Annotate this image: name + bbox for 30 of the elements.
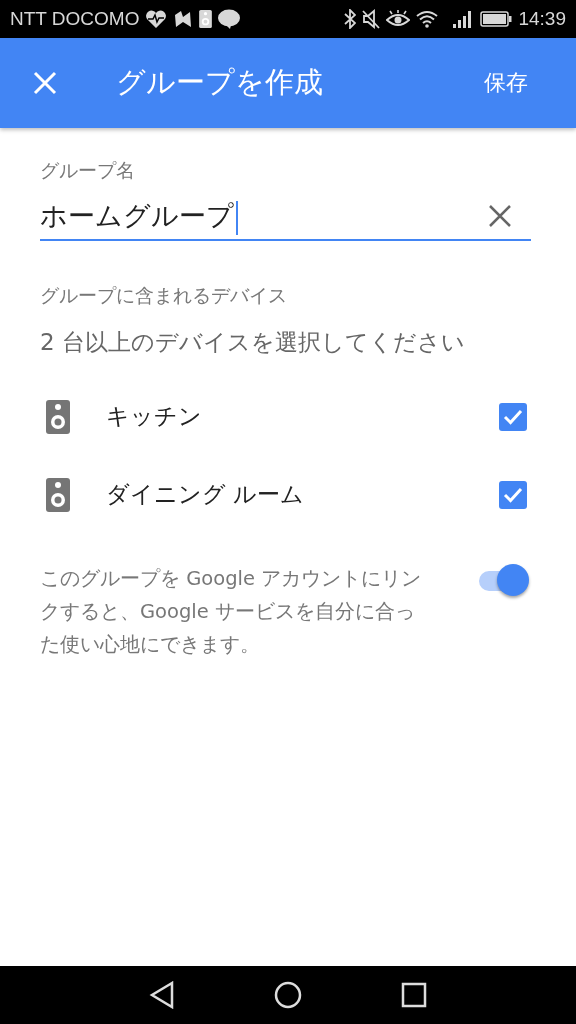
clock-time: 14:39 [518, 8, 566, 30]
speaker-icon [46, 399, 70, 434]
bluetooth-icon [344, 9, 357, 29]
section-heading: グループに含まれるデバイス [40, 282, 288, 308]
back-button[interactable] [149, 981, 176, 1009]
carrier-name: NTT DOCOMO [10, 8, 140, 30]
eye-icon [386, 10, 411, 28]
check-icon [503, 408, 523, 425]
device-checkbox[interactable] [499, 480, 527, 509]
muted-speaker-icon [362, 9, 381, 29]
group-name-field[interactable]: ホームグループ [40, 198, 489, 235]
app-bar-title: グループを作成 [116, 64, 324, 101]
wifi-icon [416, 10, 439, 28]
recent-apps-button[interactable] [400, 982, 427, 1008]
chat-bubble-icon [218, 9, 241, 29]
save-button[interactable]: 保存 [484, 64, 528, 102]
device-name: ダイニング ルーム [106, 480, 306, 509]
check-icon [503, 486, 523, 503]
speaker-icon [199, 10, 213, 28]
link-account-switch[interactable] [477, 563, 531, 598]
speaker-icon [46, 477, 70, 512]
device-checkbox[interactable] [499, 402, 527, 431]
field-label: グループ名 [40, 158, 136, 183]
link-account-description: このグループを Google アカウントにリンクすると、Google サービスを自分に合った使い心地にできます。 [40, 565, 423, 658]
heart-rate-icon [145, 10, 168, 28]
hint-text: 2 台以上のデバイスを選択してください [40, 327, 466, 357]
clear-icon[interactable] [489, 205, 511, 228]
device-name: キッチン [106, 402, 203, 431]
battery-icon [480, 11, 513, 27]
home-button[interactable] [274, 981, 302, 1009]
